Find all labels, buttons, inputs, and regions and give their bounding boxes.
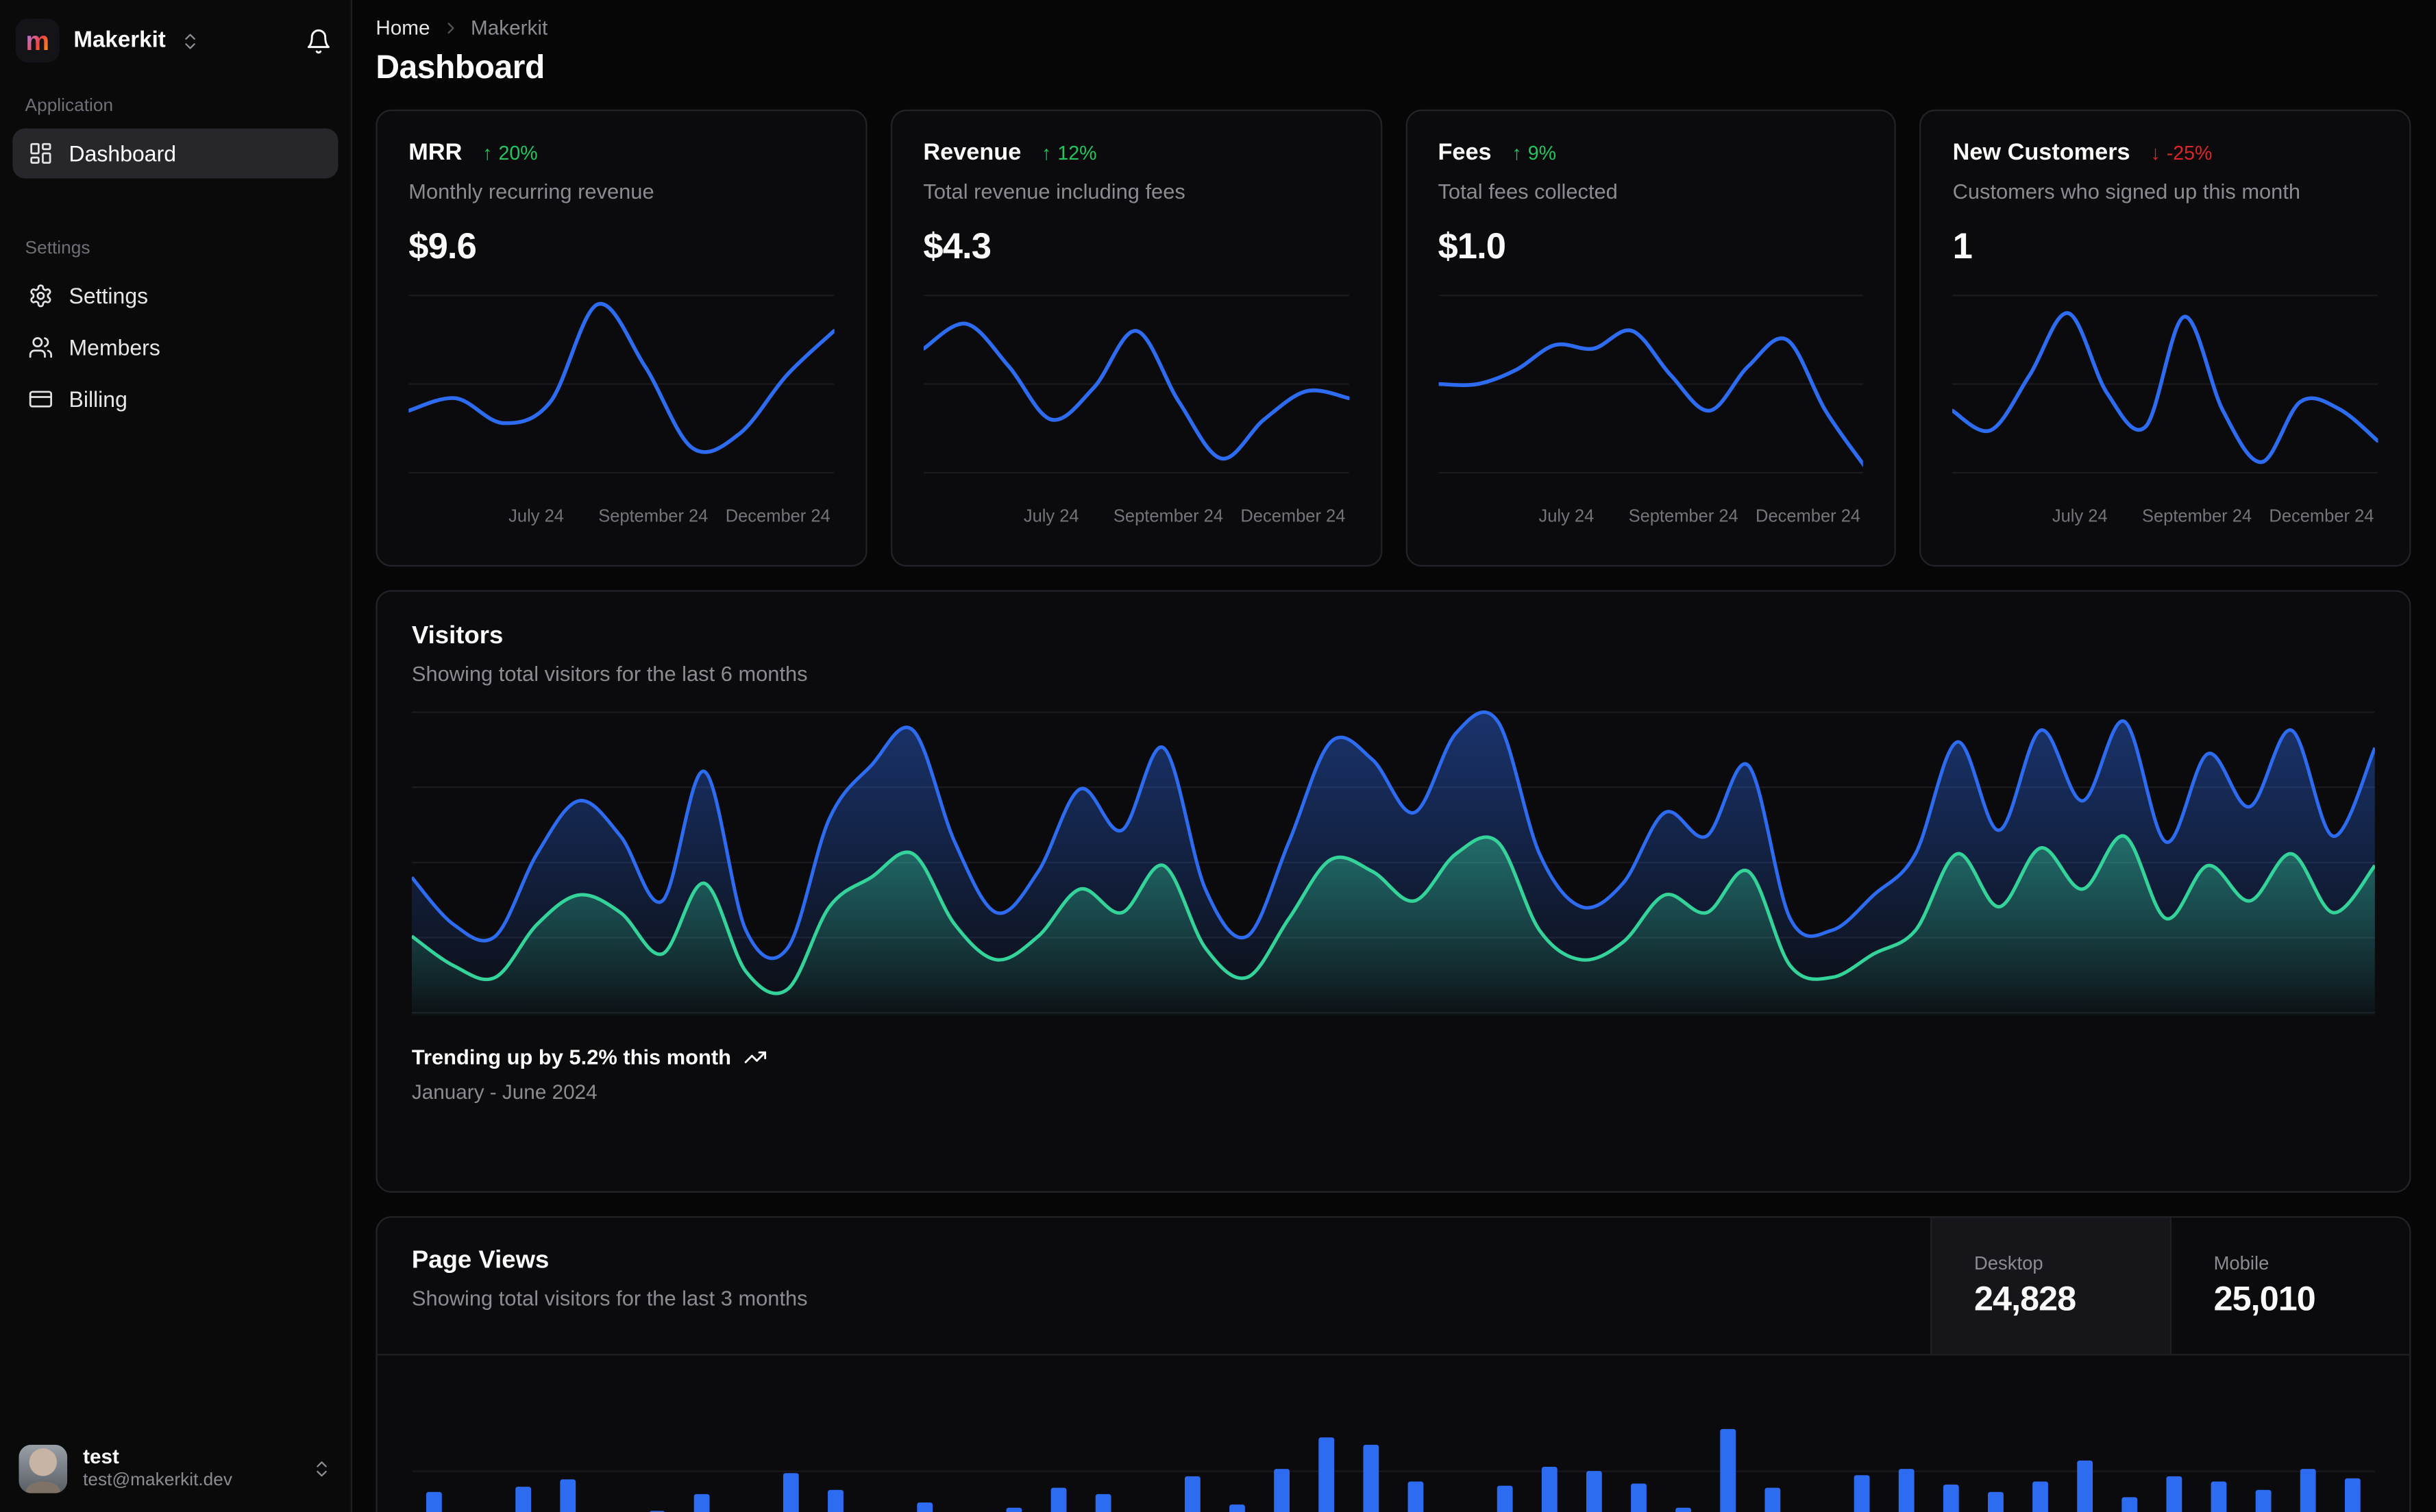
mrr-sparkline-chart: July 24 September 24 December 24 <box>408 295 835 525</box>
main-content: Home Makerkit Dashboard MRR ↑ 20% Monthly… <box>354 0 2436 1512</box>
fees-sparkline-chart: July 24 September 24 December 24 <box>1438 295 1864 525</box>
trend-badge: ↑ 9% <box>1512 141 1557 164</box>
chevron-right-icon <box>441 18 460 36</box>
users-icon <box>28 335 53 360</box>
stat-value: $1.0 <box>1438 225 1506 267</box>
user-name: test <box>83 1445 119 1469</box>
page-views-card: Page Views Showing total visitors for th… <box>376 1216 2411 1512</box>
stat-subtitle: Customers who signed up this month <box>1952 179 2301 204</box>
svg-text:July 24: July 24 <box>1023 506 1079 525</box>
arrow-up-icon: ↑ <box>1041 141 1052 164</box>
new-customers-sparkline-chart: July 24 September 24 December 24 <box>1952 295 2378 525</box>
stat-value: $4.3 <box>923 225 992 267</box>
gear-icon <box>28 284 53 309</box>
sidebar-item-label: Dashboard <box>69 140 177 166</box>
workspace-name: Makerkit <box>73 28 166 53</box>
sidebar-item-dashboard[interactable]: Dashboard <box>12 128 339 179</box>
stat-subtitle: Total fees collected <box>1438 179 1618 204</box>
stat-title: MRR <box>408 139 463 166</box>
layout-dashboard-icon <box>28 141 53 166</box>
breadcrumb-home[interactable]: Home <box>376 16 430 39</box>
page-views-chart-area <box>378 1356 2410 1512</box>
notifications-bell-icon[interactable] <box>306 27 332 54</box>
revenue-sparkline-chart: July 24 September 24 December 24 <box>923 295 1349 525</box>
arrow-up-icon: ↑ <box>1512 141 1522 164</box>
section-label-settings: Settings <box>25 239 90 258</box>
visitors-footer-trend: Trending up by 5.2% this month <box>412 1045 2375 1069</box>
sidebar-item-billing[interactable]: Billing <box>12 374 338 424</box>
visitors-area-chart <box>411 710 2375 1016</box>
stat-subtitle: Monthly recurring revenue <box>408 179 654 204</box>
stat-title: Revenue <box>923 139 1022 166</box>
sidebar-item-label: Members <box>69 334 160 360</box>
svg-text:December 24: December 24 <box>726 506 831 525</box>
chevrons-up-down-icon <box>312 1459 332 1479</box>
stat-title: New Customers <box>1952 139 2130 166</box>
chevrons-up-down-icon <box>180 31 200 51</box>
svg-text:December 24: December 24 <box>1755 506 1860 525</box>
toggle-mobile[interactable]: Mobile 25,010 <box>2169 1217 2410 1354</box>
sidebar-item-members[interactable]: Members <box>12 323 338 373</box>
page-views-header: Page Views Showing total visitors for th… <box>377 1217 2410 1356</box>
trend-badge: ↓ -25% <box>2150 141 2213 164</box>
breadcrumb: Home Makerkit <box>376 16 2411 39</box>
arrow-down-icon: ↓ <box>2150 141 2161 164</box>
makerkit-logo: m <box>15 18 60 63</box>
page-views-subtitle: Showing total visitors for the last 3 mo… <box>411 1287 808 1311</box>
sidebar-item-settings[interactable]: Settings <box>12 271 338 321</box>
page-views-title: Page Views <box>411 1247 550 1274</box>
stat-title: Fees <box>1438 139 1492 166</box>
stat-card-revenue: Revenue ↑ 12% Total revenue including fee… <box>890 109 1382 567</box>
sidebar-item-label: Settings <box>69 283 149 309</box>
svg-text:July 24: July 24 <box>508 506 564 525</box>
stat-value: $9.6 <box>408 225 477 267</box>
page-title: Dashboard <box>376 50 545 86</box>
visitors-title: Visitors <box>411 623 504 650</box>
visitors-subtitle: Showing total visitors for the last 6 mo… <box>411 662 808 686</box>
stat-subtitle: Total revenue including fees <box>923 179 1185 204</box>
visitors-card: Visitors Showing total visitors for the … <box>376 590 2411 1193</box>
sidebar-item-label: Billing <box>69 386 127 412</box>
stat-card-new-customers: New Customers ↓ -25% Customers who signed… <box>1919 109 2411 567</box>
svg-text:September 24: September 24 <box>1113 506 1222 525</box>
section-label-application: Application <box>25 97 114 116</box>
toggle-desktop[interactable]: Desktop 24,828 <box>1930 1217 2170 1354</box>
app: m Makerkit Application Dashboard Setting… <box>0 0 2436 1512</box>
stat-card-mrr: MRR ↑ 20% Monthly recurring revenue $9.6 … <box>376 109 868 567</box>
toggle-desktop-value: 24,828 <box>1974 1278 2076 1318</box>
svg-text:July 24: July 24 <box>1538 506 1593 525</box>
trend-badge: ↑ 12% <box>1041 141 1097 164</box>
arrow-up-icon: ↑ <box>482 141 493 164</box>
page-views-bar-chart <box>411 1428 2375 1512</box>
toggle-mobile-value: 25,010 <box>2213 1278 2316 1318</box>
breadcrumb-current: Makerkit <box>470 15 548 40</box>
sidebar: m Makerkit Application Dashboard Setting… <box>0 0 353 1512</box>
svg-text:September 24: September 24 <box>598 506 708 525</box>
workspace-switcher[interactable]: m Makerkit <box>0 0 351 78</box>
credit-card-icon <box>28 386 53 412</box>
svg-text:December 24: December 24 <box>1240 506 1345 525</box>
page-views-titles: Page Views Showing total visitors for th… <box>378 1217 808 1354</box>
svg-text:September 24: September 24 <box>2143 506 2252 525</box>
stat-value: 1 <box>1952 225 1973 267</box>
svg-text:December 24: December 24 <box>2269 506 2374 525</box>
trending-up-icon <box>743 1045 767 1069</box>
trend-badge: ↑ 20% <box>482 141 538 164</box>
stat-cards-row: MRR ↑ 20% Monthly recurring revenue $9.6 … <box>376 109 2411 567</box>
user-info: test test@makerkit.dev <box>83 1445 232 1493</box>
visitors-footer-range: January - June 2024 <box>411 1080 598 1104</box>
toggle-desktop-label: Desktop <box>1974 1252 2043 1274</box>
user-menu[interactable]: test test@makerkit.dev <box>0 1426 351 1512</box>
svg-text:September 24: September 24 <box>1627 506 1737 525</box>
stat-card-fees: Fees ↑ 9% Total fees collected $1.0 July … <box>1405 109 1897 567</box>
user-avatar <box>19 1444 68 1494</box>
toggle-mobile-label: Mobile <box>2213 1252 2269 1274</box>
svg-text:July 24: July 24 <box>2052 506 2108 525</box>
user-email: test@makerkit.dev <box>83 1472 233 1491</box>
